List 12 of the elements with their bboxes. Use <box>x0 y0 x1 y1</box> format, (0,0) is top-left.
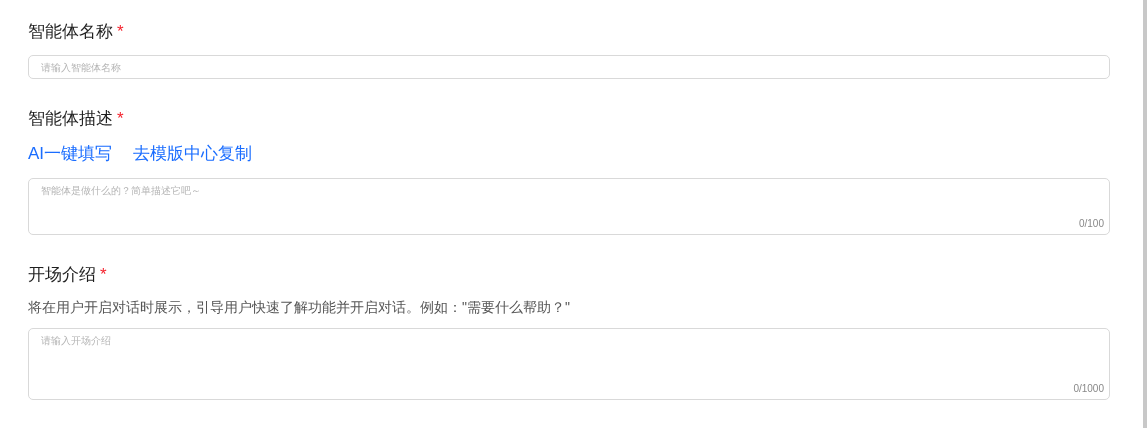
field-label: 智能体描述 <box>28 108 113 131</box>
field-label: 智能体名称 <box>28 21 113 44</box>
required-mark: * <box>100 263 107 286</box>
required-mark: * <box>117 21 124 44</box>
character-counter: 0/100 <box>1078 216 1104 231</box>
link[interactable]: 去模版中心复制 <box>133 141 253 167</box>
character-counter: 0/1000 <box>1073 381 1104 396</box>
field-label: 开场介绍 <box>28 263 96 286</box>
field-description: 将在用户开启对话时展示，引导用户快速了解功能并开启对话。例如："需要什么帮助？" <box>28 297 571 317</box>
required-mark: * <box>117 108 124 131</box>
input-field[interactable]: 请输入智能体名称 <box>28 55 1110 79</box>
link[interactable]: AI一键填写 <box>28 141 113 167</box>
